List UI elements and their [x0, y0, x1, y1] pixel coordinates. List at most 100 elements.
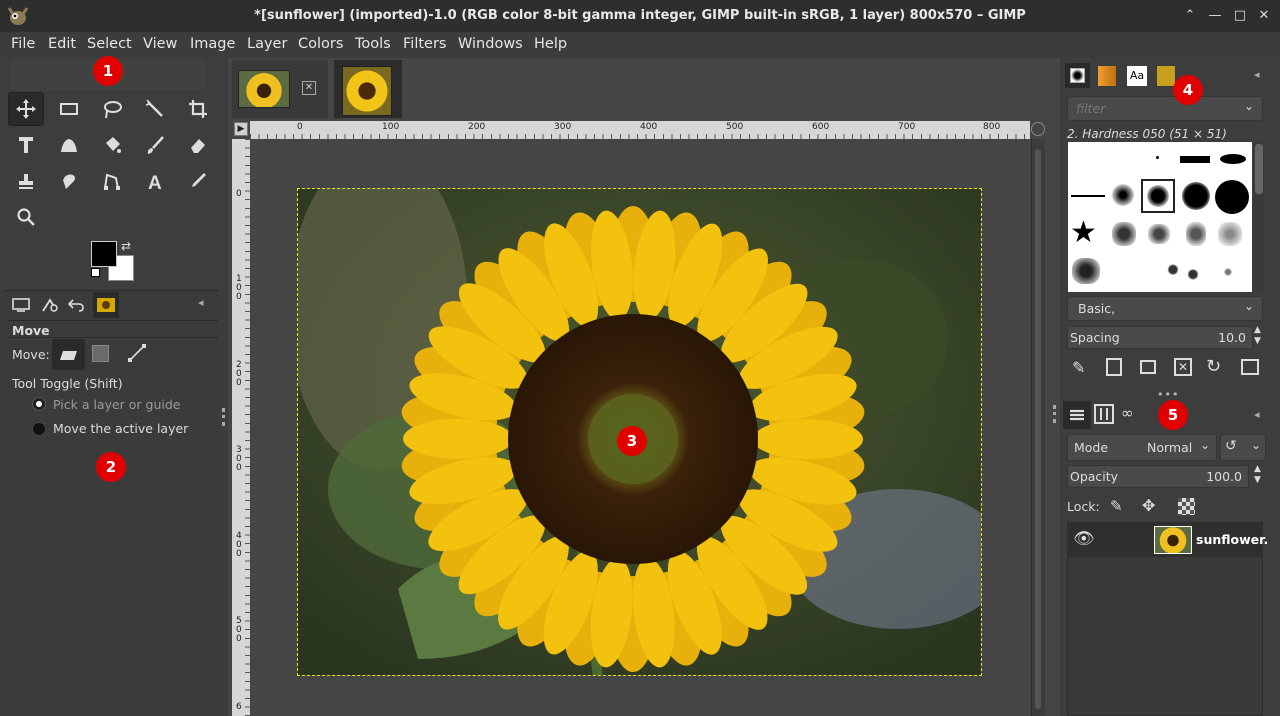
move-label: Move:	[12, 347, 50, 362]
spacing-stepper[interactable]: ▲ ▼	[1254, 325, 1261, 347]
vertical-scrollbar[interactable]	[1031, 139, 1045, 716]
close-icon[interactable]: ✕	[1254, 6, 1274, 26]
move-layer-mode-icon[interactable]	[52, 339, 85, 370]
eraser-icon[interactable]	[180, 128, 216, 162]
unified-transform-icon[interactable]	[8, 128, 44, 162]
brush-filter-input[interactable]: filter ⌄	[1067, 96, 1263, 121]
brushes-tab-icon[interactable]	[1065, 63, 1090, 88]
paths-tab-icon[interactable]: ∞	[1121, 404, 1134, 422]
image-tab-sunflower[interactable]: ✕	[232, 60, 328, 118]
warp-transform-icon[interactable]	[51, 128, 87, 162]
vertical-ruler: 0 1 0 0 2 0 0 3 0 0 4 0 0 5 0 0 6	[232, 139, 250, 716]
device-status-tab-icon[interactable]	[37, 292, 63, 318]
bucket-fill-icon[interactable]	[94, 128, 130, 162]
brush-scrollbar[interactable]	[1253, 142, 1265, 292]
maximize-icon[interactable]: □	[1230, 6, 1250, 26]
brush-grid[interactable]: ★	[1068, 142, 1252, 292]
foreground-color-swatch[interactable]	[91, 241, 117, 267]
layer-row[interactable]: 👁 sunflower.	[1067, 523, 1268, 557]
menu-filters[interactable]: Filters	[403, 36, 446, 52]
clone-stamp-icon[interactable]	[8, 164, 44, 198]
duplicate-brush-icon[interactable]	[1140, 360, 1156, 374]
visibility-eye-icon[interactable]: 👁	[1073, 529, 1095, 549]
annotation-badge: 2	[96, 452, 126, 482]
fonts-tab-icon[interactable]: Aa	[1127, 66, 1147, 86]
dock-resize-handle[interactable]: •••	[1157, 388, 1179, 401]
menu-windows[interactable]: Windows	[458, 36, 523, 52]
image-tab-second[interactable]	[334, 60, 402, 118]
tool-options-tab-icon[interactable]	[8, 292, 34, 318]
swap-colors-icon[interactable]: ⇄	[121, 239, 131, 253]
configure-tab-icon[interactable]: ◂	[1254, 408, 1260, 421]
open-as-image-icon[interactable]	[1241, 359, 1259, 375]
channels-tab-icon[interactable]	[1094, 404, 1114, 424]
zoom-image-icon[interactable]	[1031, 122, 1045, 136]
menu-view[interactable]: View	[143, 36, 177, 52]
spacing-slider[interactable]: Spacing 10.0	[1067, 326, 1253, 349]
edit-brush-icon[interactable]: ✎	[1072, 358, 1085, 377]
paintbrush-icon[interactable]	[137, 128, 173, 162]
smudge-icon[interactable]	[51, 164, 87, 198]
menu-select[interactable]: Select	[87, 36, 132, 52]
layers-tab-icon[interactable]	[1063, 401, 1091, 429]
configure-tab-icon[interactable]: ◂	[1254, 68, 1260, 81]
radio-move-active[interactable]	[32, 422, 46, 436]
refresh-brushes-icon[interactable]: ↻	[1206, 356, 1221, 377]
text-tool-icon[interactable]: A	[137, 164, 173, 198]
zoom-icon[interactable]	[8, 200, 44, 234]
dock-resize-handle[interactable]	[222, 408, 225, 426]
radio-pick-layer-label: Pick a layer or guide	[53, 397, 181, 412]
radio-pick-layer[interactable]	[32, 397, 46, 411]
image-tab-thumbnail	[238, 70, 290, 108]
color-picker-icon[interactable]	[180, 164, 216, 198]
window-up-icon[interactable]: ⌃	[1180, 6, 1200, 26]
rect-select-icon[interactable]	[51, 92, 87, 126]
layer-mode-select[interactable]: Mode Normal ⌄	[1067, 434, 1217, 461]
annotation-badge: 3	[617, 426, 647, 456]
fuzzy-select-icon[interactable]	[137, 92, 173, 126]
opacity-slider[interactable]: Opacity 100.0	[1067, 465, 1249, 488]
lock-alpha-icon[interactable]	[1178, 498, 1195, 515]
tool-toggle-label: Tool Toggle (Shift)	[12, 376, 123, 391]
images-tab-icon[interactable]	[93, 292, 119, 318]
annotation-badge: 1	[93, 56, 123, 86]
configure-tab-icon[interactable]: ◂	[198, 296, 204, 309]
petal	[403, 418, 514, 459]
chevron-down-icon: ⌄	[1199, 438, 1210, 452]
lasso-icon[interactable]	[94, 92, 130, 126]
delete-brush-icon[interactable]: ✕	[1174, 358, 1192, 376]
lock-label: Lock:	[1067, 499, 1100, 514]
lock-position-icon[interactable]: ✥	[1142, 496, 1155, 515]
move-selection-mode-icon[interactable]	[92, 345, 109, 362]
menu-help[interactable]: Help	[534, 36, 567, 52]
horizontal-ruler: 0 100 200 300 400 500 600 700 800	[250, 121, 1030, 139]
quick-mask-icon[interactable]: ▶	[234, 122, 248, 136]
new-brush-icon[interactable]	[1106, 358, 1122, 376]
default-colors-icon[interactable]	[91, 268, 100, 277]
menu-colors[interactable]: Colors	[298, 36, 343, 52]
close-tab-icon[interactable]: ✕	[302, 81, 316, 95]
composite-mode-select[interactable]: ↺ ⌄	[1220, 434, 1266, 461]
crop-icon[interactable]	[180, 92, 216, 126]
chevron-down-icon: ⌄	[1243, 299, 1254, 313]
menu-file[interactable]: File	[11, 36, 35, 52]
selected-brush-name: 2. Hardness 050 (51 × 51)	[1067, 127, 1227, 141]
lock-pixels-icon[interactable]: ✎	[1110, 497, 1123, 515]
move-tool-icon[interactable]	[8, 92, 44, 126]
brush-tag-select[interactable]: Basic, ⌄	[1067, 296, 1263, 321]
menu-image[interactable]: Image	[190, 36, 235, 52]
menu-layer[interactable]: Layer	[247, 36, 287, 52]
dock-resize-handle[interactable]	[1053, 405, 1056, 423]
opacity-stepper[interactable]: ▲ ▼	[1254, 464, 1261, 486]
tool-options-title: Move	[12, 323, 50, 338]
svg-text:A: A	[148, 173, 162, 192]
move-path-mode-icon[interactable]	[127, 343, 147, 367]
minimize-icon[interactable]: —	[1205, 6, 1225, 26]
patterns-tab-icon[interactable]	[1098, 66, 1116, 86]
paths-icon[interactable]	[94, 164, 130, 198]
menu-tools[interactable]: Tools	[355, 36, 391, 52]
undo-history-tab-icon[interactable]	[63, 292, 89, 318]
selected-brush[interactable]	[1141, 179, 1175, 213]
images-tab-icon[interactable]	[1157, 66, 1175, 86]
menu-edit[interactable]: Edit	[48, 36, 76, 52]
